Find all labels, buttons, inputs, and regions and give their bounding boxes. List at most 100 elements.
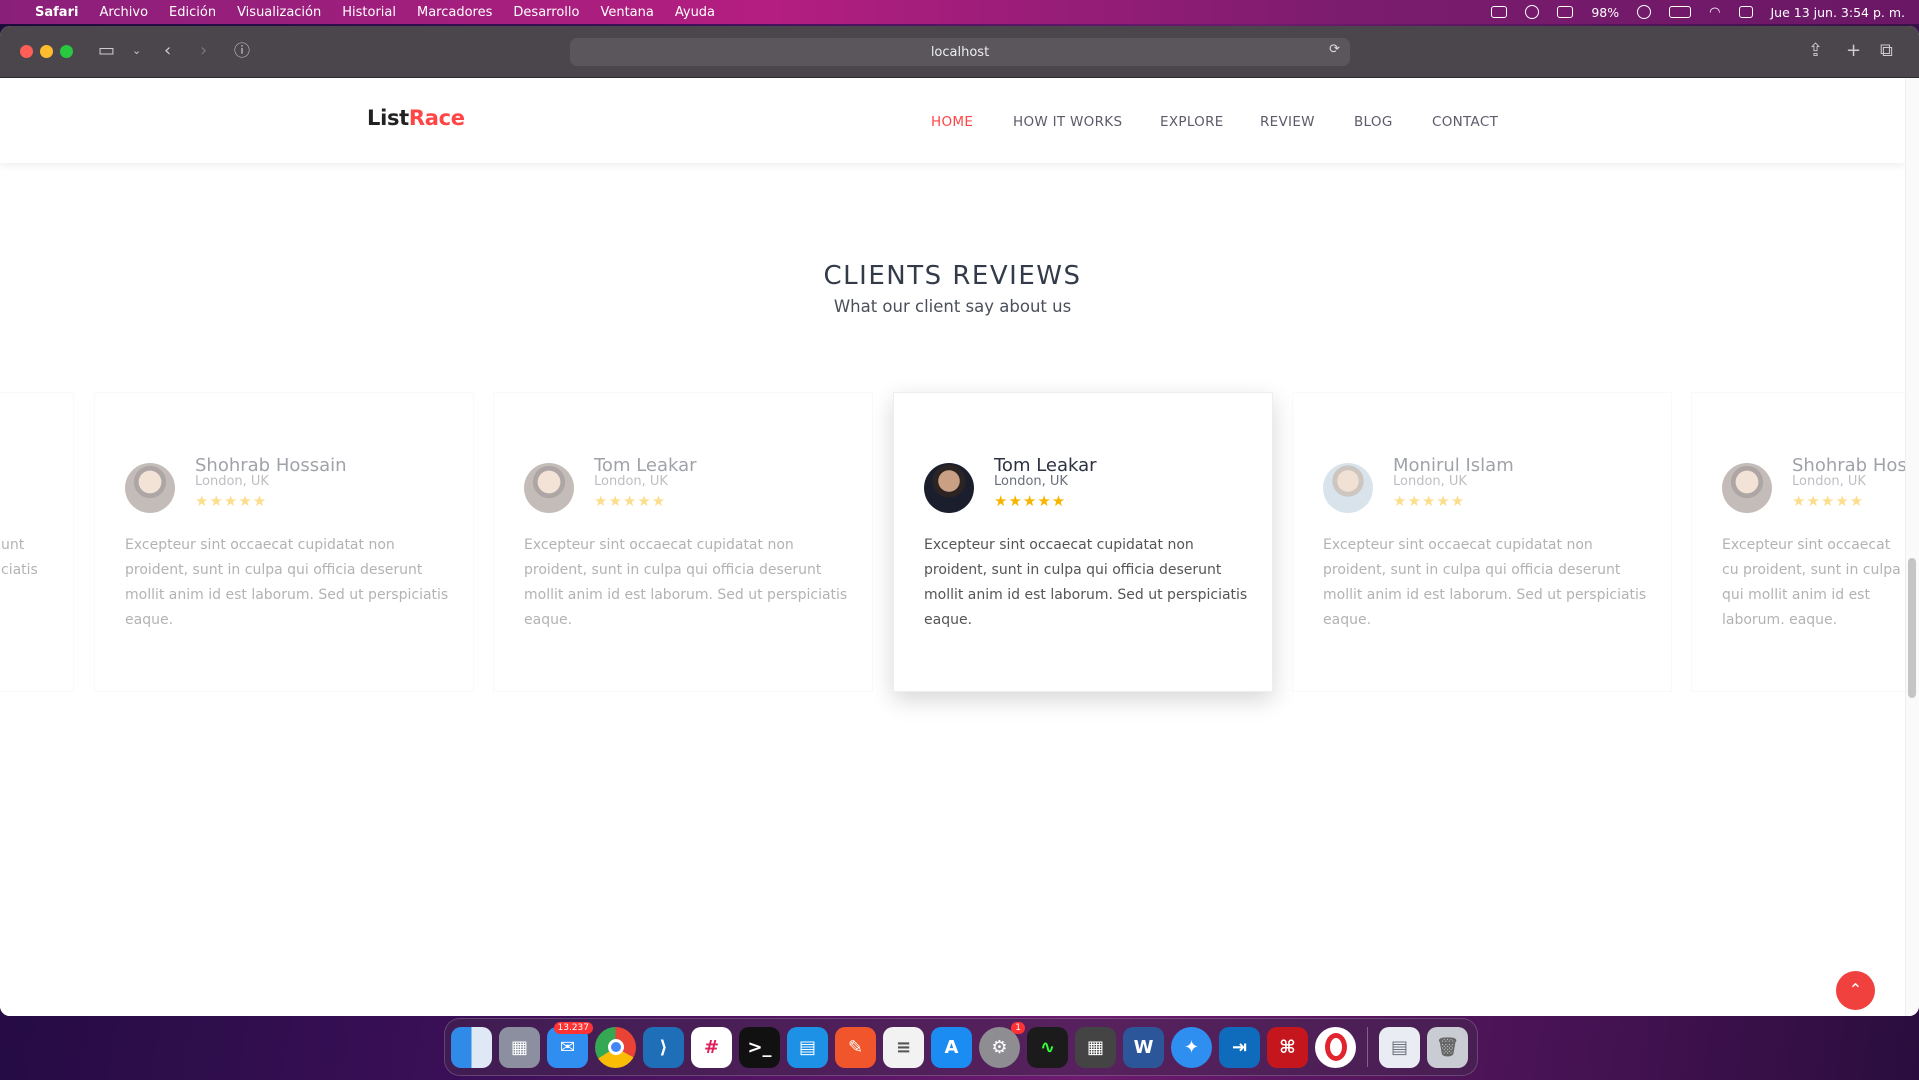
star-rating: ★★★★★: [1393, 492, 1466, 510]
nav-how-it-works[interactable]: HOW IT WORKS: [1013, 114, 1122, 130]
documents-icon[interactable]: ▤: [1379, 1026, 1420, 1068]
review-card[interactable]: Shohrab Hossain London, UK ★★★★★ Excepte…: [94, 392, 474, 692]
sidebar-icon[interactable]: ▭: [98, 40, 115, 62]
site-header: ListRace HOME HOW IT WORKS EXPLORE REVIE…: [0, 78, 1905, 163]
docker-icon[interactable]: ▤: [787, 1026, 828, 1068]
mail-badge: 13.237: [553, 1021, 593, 1034]
terminal-icon[interactable]: >_: [739, 1026, 780, 1068]
reviewer-name: Tom Leakar: [994, 455, 1097, 476]
menubar-clock[interactable]: Jue 13 jun. 3:54 p. m.: [1771, 5, 1906, 20]
menu-desarrollo[interactable]: Desarrollo: [513, 5, 579, 20]
vscode-icon[interactable]: ⟩: [643, 1026, 684, 1068]
status-app-icon[interactable]: [1491, 6, 1508, 18]
avatar: [125, 463, 175, 513]
review-card[interactable]: Monirul Islam London, UK ★★★★★ Excepteur…: [1292, 392, 1672, 692]
menu-visualizacion[interactable]: Visualización: [237, 5, 321, 20]
calculator-icon[interactable]: ▦: [1075, 1026, 1116, 1068]
activity-monitor-icon[interactable]: ∿: [1027, 1026, 1068, 1068]
star-rating: ★★★★★: [994, 492, 1067, 510]
safari-window: ▭ ⌄ ‹ › ⓘ localhost ⟳ ⇪ + ⧉ ListRace HOM…: [0, 26, 1919, 1016]
chevron-up-icon: ⌃: [1848, 980, 1863, 999]
star-rating: ★★★★★: [1792, 492, 1865, 510]
keyboard-icon[interactable]: [1557, 6, 1574, 18]
sketch-icon[interactable]: ✎: [835, 1026, 876, 1068]
tab-overview-icon[interactable]: ⧉: [1880, 40, 1893, 62]
back-icon[interactable]: ‹: [164, 40, 171, 62]
finder-icon[interactable]: [451, 1026, 492, 1068]
web-page: ListRace HOME HOW IT WORKS EXPLORE REVIE…: [0, 78, 1905, 1016]
mail-icon[interactable]: ✉ 13.237: [547, 1021, 593, 1068]
section-subtitle: What our client say about us: [833, 297, 1072, 316]
chrome-icon[interactable]: [595, 1026, 636, 1068]
nav-explore[interactable]: EXPLORE: [1160, 114, 1224, 130]
nav-home[interactable]: HOME: [931, 114, 973, 130]
battery-percent[interactable]: 98%: [1591, 5, 1619, 20]
menu-ventana[interactable]: Ventana: [600, 5, 653, 20]
review-text: Excepteur sint occaecat cupidatat non pr…: [1323, 537, 1647, 628]
logo-text-race: Race: [408, 106, 465, 130]
page-scrollbar[interactable]: [1905, 78, 1919, 1016]
trash-icon[interactable]: 🗑: [1427, 1026, 1468, 1068]
menu-ayuda[interactable]: Ayuda: [675, 5, 715, 20]
system-settings-icon[interactable]: ⚙ 1: [979, 1021, 1025, 1068]
menu-app-safari[interactable]: Safari: [35, 5, 78, 20]
battery-icon[interactable]: [1669, 6, 1692, 18]
control-center-icon[interactable]: [1738, 6, 1753, 18]
dock-separator: [1367, 1027, 1368, 1067]
info-icon[interactable]: ⓘ: [234, 40, 250, 62]
review-text: Excepteur sint occaecat cupidatat non pr…: [524, 537, 848, 628]
star-rating: ★★★★★: [195, 492, 268, 510]
review-card-active[interactable]: Tom Leakar London, UK ★★★★★ Excepteur si…: [893, 392, 1273, 692]
review-text: Excepteur sint occaecat cu proident, sun…: [1722, 537, 1901, 628]
slack-icon[interactable]: #: [691, 1026, 732, 1068]
remote-desktop-icon[interactable]: ⇥: [1219, 1026, 1260, 1068]
reload-icon[interactable]: ⟳: [1329, 42, 1340, 57]
acrobat-icon[interactable]: ⌘: [1267, 1026, 1308, 1068]
nav-review[interactable]: REVIEW: [1260, 114, 1315, 130]
site-logo[interactable]: ListRace: [367, 106, 465, 130]
reviewer-location: London, UK: [594, 474, 668, 489]
back-to-top-button[interactable]: ⌃: [1836, 971, 1875, 1010]
settings-badge: 1: [1011, 1021, 1025, 1034]
review-card-partial-right[interactable]: Shohrab Hos London, UK ★★★★★ Excepteur s…: [1691, 392, 1905, 692]
chevron-down-icon[interactable]: ⌄: [132, 40, 141, 62]
forward-icon[interactable]: ›: [200, 40, 207, 62]
address-text: localhost: [930, 44, 990, 60]
review-card-partial-left[interactable]: unt ciatis: [0, 392, 74, 692]
reviewer-name: Monirul Islam: [1393, 455, 1514, 476]
app-store-icon[interactable]: A: [931, 1026, 972, 1068]
menu-edicion[interactable]: Edición: [169, 5, 216, 20]
reviewer-name: Shohrab Hos: [1792, 455, 1905, 476]
review-card[interactable]: Tom Leakar London, UK ★★★★★ Excepteur si…: [493, 392, 873, 692]
review-text: Excepteur sint occaecat cupidatat non pr…: [125, 537, 449, 628]
menu-archivo[interactable]: Archivo: [99, 5, 148, 20]
address-bar[interactable]: localhost ⟳: [570, 38, 1350, 66]
play-icon[interactable]: [1637, 5, 1652, 19]
word-icon[interactable]: W: [1123, 1026, 1164, 1068]
star-rating: ★★★★★: [594, 492, 667, 510]
wifi-icon[interactable]: ◠: [1709, 5, 1720, 20]
logo-text-list: List: [367, 106, 409, 130]
share-icon[interactable]: ⇪: [1808, 40, 1823, 62]
scrollbar-thumb[interactable]: [1908, 558, 1916, 698]
dock: ▦ ✉ 13.237 ⟩ # >_ ▤ ✎ ≡ A ⚙ 1 ∿ ▦ W ✦ ⇥ ⌘ …: [444, 1018, 1478, 1076]
textedit-icon[interactable]: ≡: [883, 1026, 924, 1068]
browser-toolbar: ▭ ⌄ ‹ › ⓘ localhost ⟳ ⇪ + ⧉: [0, 26, 1919, 78]
close-window-button[interactable]: [20, 45, 33, 58]
grammarly-icon[interactable]: [1525, 5, 1540, 19]
reviewer-location: London, UK: [195, 474, 269, 489]
review-text: Excepteur sint occaecat cupidatat non pr…: [924, 537, 1248, 628]
zoom-window-button[interactable]: [60, 45, 73, 58]
new-tab-icon[interactable]: +: [1846, 40, 1861, 62]
minimize-window-button[interactable]: [40, 45, 53, 58]
opera-icon[interactable]: [1315, 1026, 1356, 1068]
menu-bar: Safari Archivo Edición Visualización His…: [0, 0, 1919, 24]
launchpad-icon[interactable]: ▦: [499, 1026, 540, 1068]
avatar: [1323, 463, 1373, 513]
avatar: [924, 463, 974, 513]
nav-blog[interactable]: BLOG: [1354, 114, 1393, 130]
safari-icon[interactable]: ✦: [1171, 1026, 1212, 1068]
menu-historial[interactable]: Historial: [342, 5, 396, 20]
nav-contact[interactable]: CONTACT: [1432, 114, 1498, 130]
menu-marcadores[interactable]: Marcadores: [417, 5, 492, 20]
